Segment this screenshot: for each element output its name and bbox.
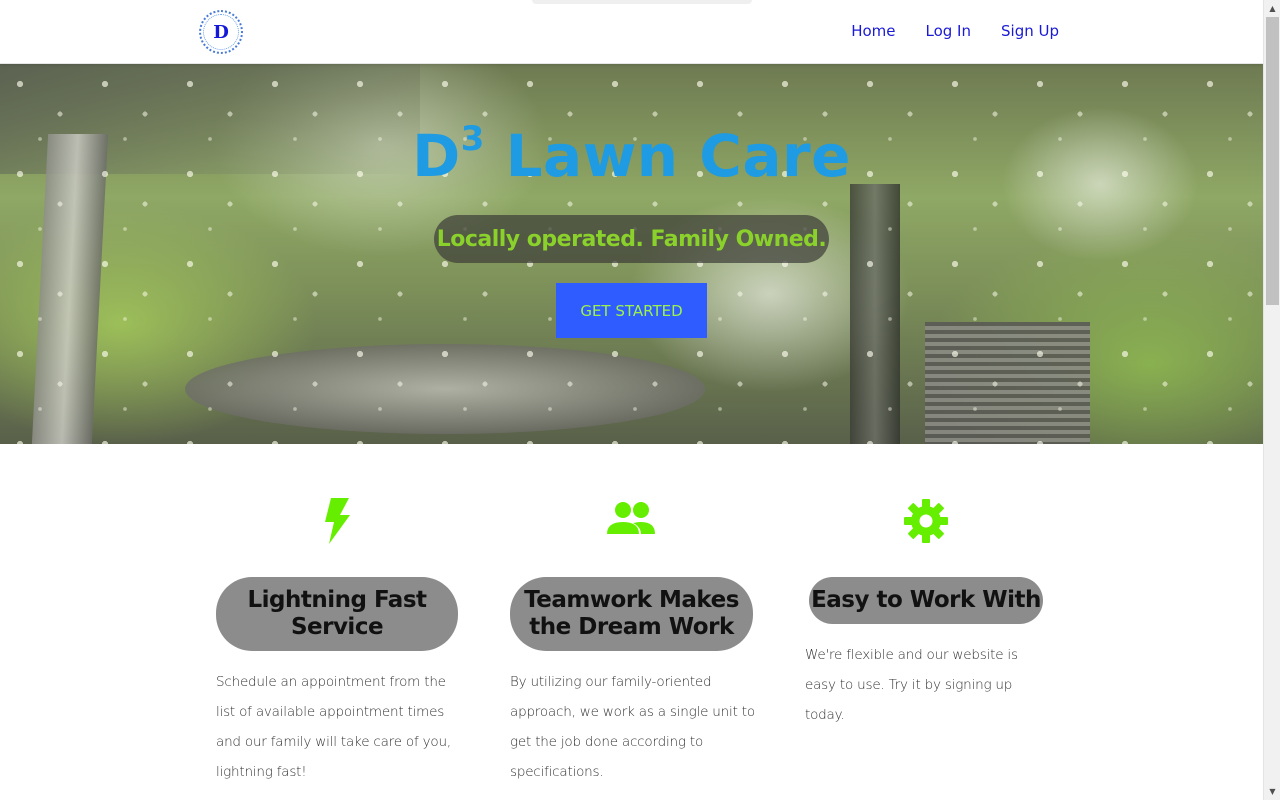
nav-signup-link[interactable]: Sign Up: [1001, 22, 1059, 40]
nav-login-link[interactable]: Log In: [926, 22, 972, 40]
feature-title: Easy to Work With: [809, 577, 1043, 624]
feature-title: Teamwork Makes the Dream Work: [510, 577, 753, 651]
nav-links: Home Log In Sign Up: [851, 22, 1059, 40]
hero-section: D3 Lawn Care Locally operated. Family Ow…: [0, 64, 1263, 444]
feature-description: By utilizing our family-oriented approac…: [510, 674, 755, 780]
people-icon: [506, 498, 756, 546]
scroll-up-arrow-icon[interactable]: ▲: [1264, 0, 1280, 17]
scroll-down-arrow-icon[interactable]: ▼: [1264, 783, 1280, 800]
lightning-bolt-icon: [212, 498, 462, 546]
hero-title: D3 Lawn Care: [0, 118, 1263, 190]
hero-tagline: Locally operated. Family Owned.: [434, 215, 829, 263]
gear-icon: [801, 498, 1051, 546]
feature-description: We're flexible and our website is easy t…: [805, 647, 1018, 723]
get-started-button[interactable]: GET STARTED: [556, 283, 707, 338]
hero-title-d: D: [412, 122, 461, 190]
page: D Home Log In Sign Up D3 Lawn Care Local…: [0, 0, 1263, 800]
hero-tagline-text: Locally operated. Family Owned.: [436, 226, 827, 252]
hero-title-superscript: 3: [460, 118, 485, 159]
hero-title-rest: Lawn Care: [484, 122, 851, 190]
feature-title: Lightning Fast Service: [216, 577, 458, 651]
nav-decoration: [532, 0, 752, 4]
logo[interactable]: D: [199, 10, 243, 54]
scrollbar-thumb[interactable]: [1266, 17, 1279, 305]
nav-home-link[interactable]: Home: [851, 22, 895, 40]
page-scrollbar[interactable]: ▲ ▼: [1263, 0, 1280, 800]
logo-letter: D: [203, 14, 239, 50]
feature-description: Schedule an appointment from the list of…: [216, 674, 451, 780]
navbar: D Home Log In Sign Up: [0, 0, 1263, 64]
